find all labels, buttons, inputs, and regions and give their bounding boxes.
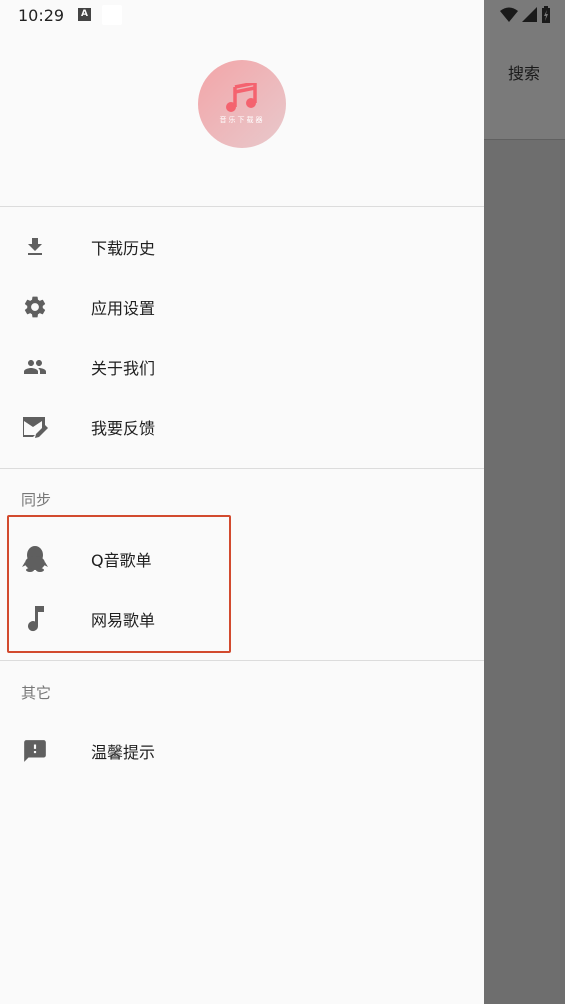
divider	[0, 206, 484, 207]
feedback-mail-icon	[20, 412, 50, 442]
section-title-sync: 同步	[21, 491, 52, 509]
navigation-drawer: 10:29 A 音乐下载器 下载历史 应用设置 关于我们 我要反馈 同步 Q音歌…	[0, 0, 484, 1004]
menu-item-about-us[interactable]: 关于我们	[0, 337, 484, 397]
search-button[interactable]: 搜索	[508, 60, 540, 84]
status-time: 10:29	[18, 6, 65, 25]
download-icon	[20, 232, 50, 262]
music-note-logo-icon	[226, 83, 257, 112]
menu-label: 温馨提示	[91, 743, 156, 762]
wifi-icon	[500, 7, 518, 22]
status-system-icons	[500, 6, 551, 24]
section-title-other: 其它	[21, 684, 52, 702]
a-notification-icon: A	[78, 8, 91, 21]
menu-label: 应用设置	[91, 299, 156, 318]
status-bar: 10:29 A	[0, 0, 484, 30]
menu-item-app-settings[interactable]: 应用设置	[0, 277, 484, 337]
highlight-annotation-box	[7, 515, 231, 653]
battery-charging-icon	[542, 6, 550, 23]
menu-label: 关于我们	[91, 359, 156, 378]
menu-item-feedback[interactable]: 我要反馈	[0, 397, 484, 457]
app-logo: 音乐下载器	[198, 60, 286, 148]
menu-label: 下载历史	[91, 239, 156, 258]
logo-caption: 音乐下载器	[219, 116, 265, 124]
menu-item-download-history[interactable]: 下载历史	[0, 217, 484, 277]
people-icon	[20, 352, 50, 382]
divider	[0, 468, 484, 469]
blank-notification-icon	[102, 5, 122, 25]
menu-item-warm-tips[interactable]: 温馨提示	[0, 721, 484, 781]
alert-message-icon	[20, 736, 50, 766]
signal-icon	[522, 7, 537, 22]
divider	[0, 660, 484, 661]
gear-icon	[20, 292, 50, 322]
menu-label: 我要反馈	[91, 419, 156, 438]
